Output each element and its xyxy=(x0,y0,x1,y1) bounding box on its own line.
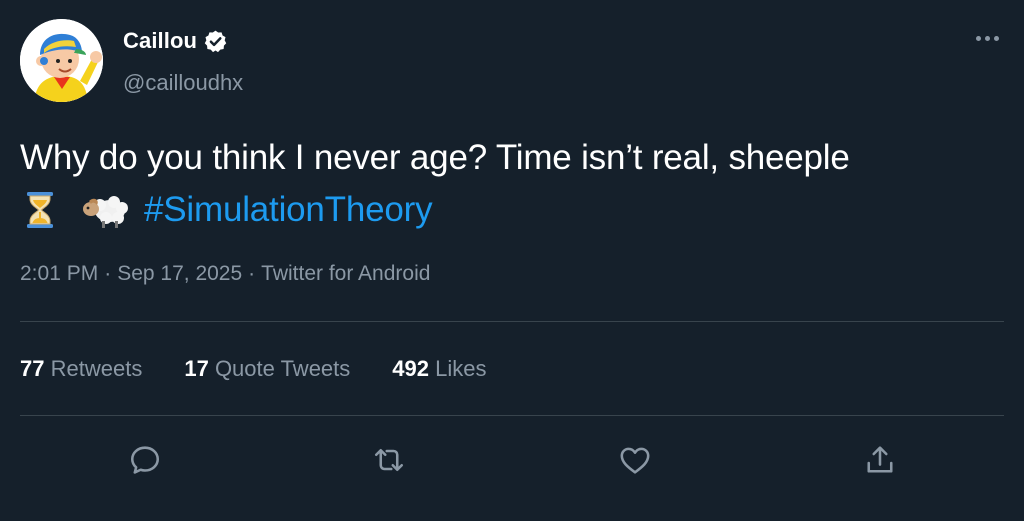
retweets-stat[interactable]: 77 Retweets xyxy=(20,356,142,382)
quote-tweets-stat[interactable]: 17 Quote Tweets xyxy=(184,356,350,382)
likes-count: 492 xyxy=(392,356,429,381)
likes-label: Likes xyxy=(435,356,487,381)
tweet-time[interactable]: 2:01 PM xyxy=(20,262,98,286)
divider xyxy=(20,415,1004,416)
hashtag-link[interactable]: #SimulationTheory xyxy=(144,184,433,236)
share-icon[interactable] xyxy=(860,440,900,480)
tweet-text-line2: #SimulationTheory xyxy=(20,184,1000,236)
author-handle[interactable]: @cailloudhx xyxy=(123,70,243,96)
like-icon[interactable] xyxy=(615,440,655,480)
caillou-avatar-icon xyxy=(20,19,103,102)
hourglass-icon xyxy=(20,190,60,230)
tweet-date[interactable]: Sep 17, 2025 xyxy=(117,262,242,286)
retweets-label: Retweets xyxy=(50,356,143,381)
meta-separator: · xyxy=(248,262,256,285)
tweet-text: Why do you think I never age? Time isn’t… xyxy=(20,132,1000,236)
display-name[interactable]: Caillou xyxy=(123,28,197,54)
sheep-icon xyxy=(80,190,130,230)
meta-separator: · xyxy=(104,262,112,285)
quote-tweets-label: Quote Tweets xyxy=(214,356,351,381)
reply-icon[interactable] xyxy=(125,440,165,480)
tweet-meta: 2:01 PM · Sep 17, 2025 · Twitter for And… xyxy=(20,262,430,286)
divider xyxy=(20,321,1004,322)
author-name-row: Caillou xyxy=(123,28,228,54)
tweet-text-line1: Why do you think I never age? Time isn’t… xyxy=(20,138,850,177)
action-bar xyxy=(0,440,1024,480)
tweet-source[interactable]: Twitter for Android xyxy=(261,262,430,286)
avatar[interactable] xyxy=(20,19,103,102)
more-options-icon[interactable] xyxy=(971,28,1003,48)
retweet-icon[interactable] xyxy=(369,440,409,480)
verified-badge-icon xyxy=(203,29,228,54)
engagement-stats: 77 Retweets 17 Quote Tweets 492 Likes xyxy=(20,356,486,382)
tweet-card: Caillou @cailloudhx Why do you think I n… xyxy=(0,0,1024,521)
quote-tweets-count: 17 xyxy=(184,356,209,381)
likes-stat[interactable]: 492 Likes xyxy=(392,356,486,382)
retweets-count: 77 xyxy=(20,356,45,381)
